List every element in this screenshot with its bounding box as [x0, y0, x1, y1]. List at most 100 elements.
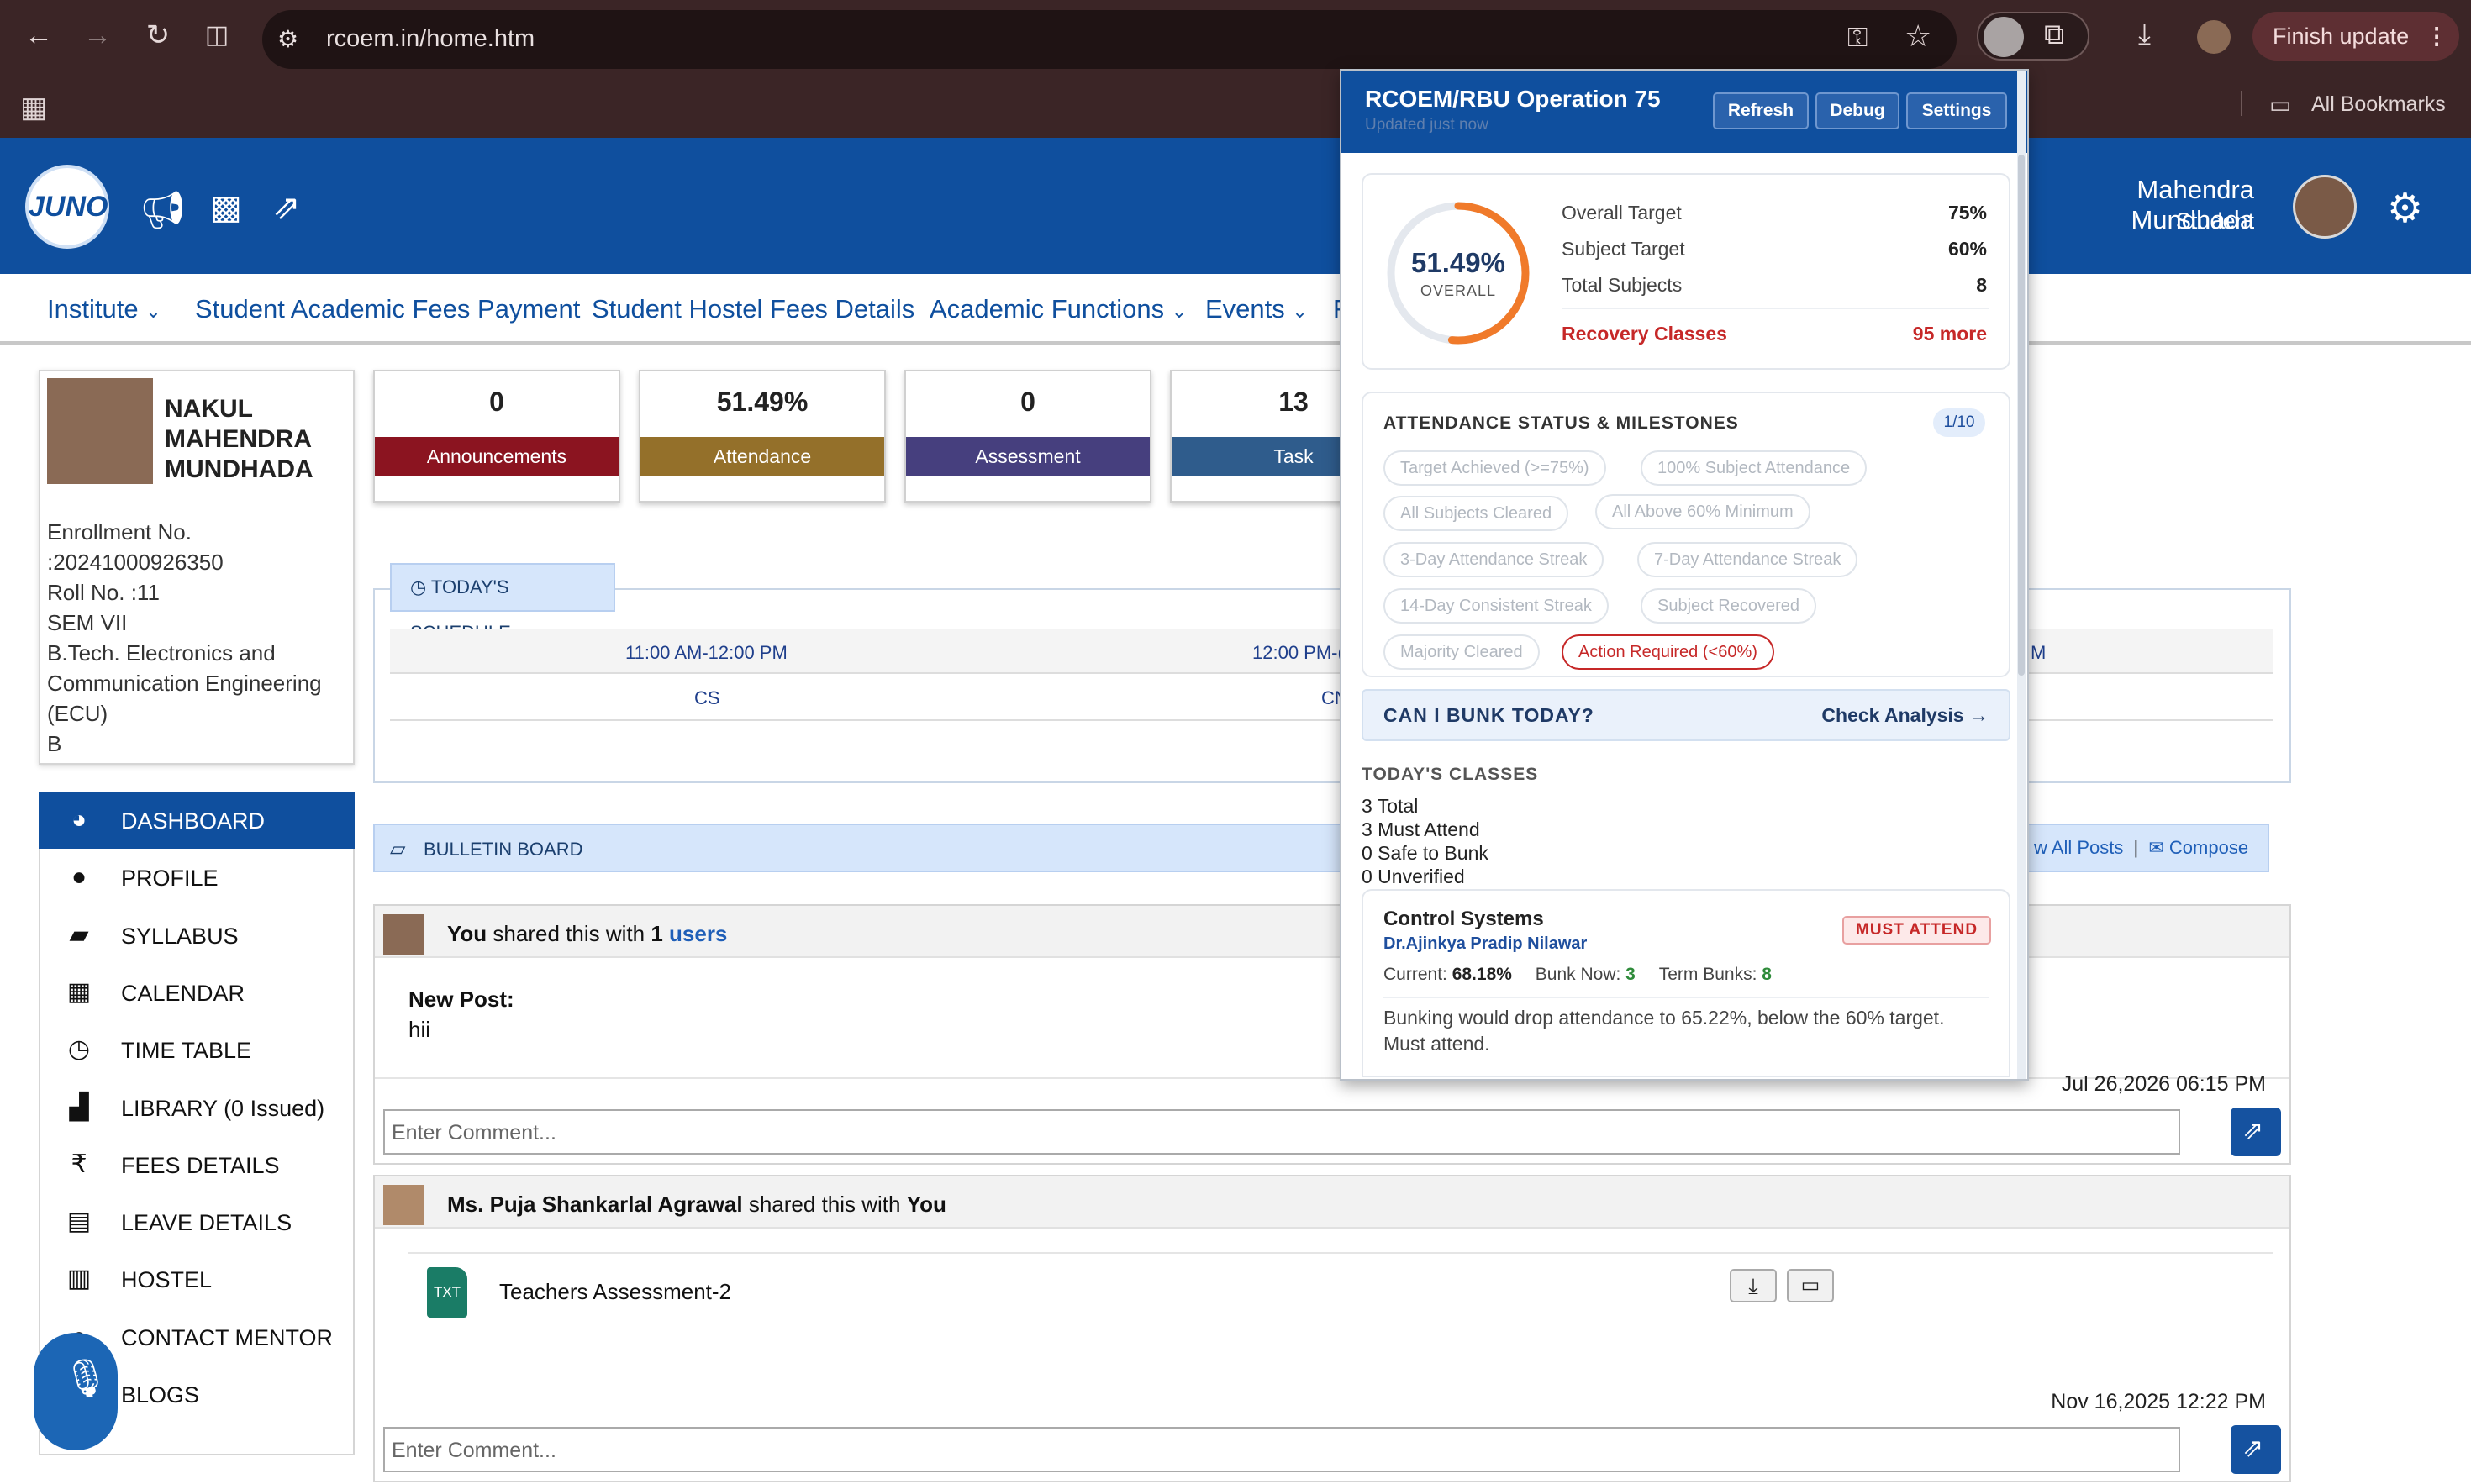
sidebar-item-label: LEAVE DETAILS [121, 1210, 292, 1236]
compose-link[interactable]: Compose [2169, 837, 2248, 858]
stat-card-attendance[interactable]: 51.49% Attendance [639, 370, 886, 503]
sidebar-item-label: HOSTEL [121, 1267, 213, 1293]
post-author-avatar [383, 914, 424, 955]
milestone-chip: All Subjects Cleared [1383, 496, 1569, 531]
target-label: Subject Target [1562, 238, 1685, 260]
profile-line: (ECU) [47, 701, 108, 726]
document-icon: ▤ [66, 1208, 92, 1236]
sidebar-item-library-0-issued[interactable]: ▟ LIBRARY (0 Issued) [39, 1079, 355, 1136]
stat-value: 0 [1020, 387, 1035, 417]
milestone-chip: All Above 60% Minimum [1595, 494, 1810, 529]
debug-button[interactable]: Debug [1815, 92, 1899, 129]
class-divider [1383, 997, 1989, 998]
clock-icon: ◷ [67, 1035, 91, 1064]
recovery-value: 95 more [1912, 323, 1987, 345]
class-name: Control Systems [1383, 908, 1544, 930]
extensions-puzzle-icon[interactable]: ⧉ [2044, 18, 2064, 51]
post-share-target-link[interactable]: users [669, 921, 727, 946]
view-attachment-button[interactable]: ▭ [1787, 1269, 1834, 1302]
forward-icon[interactable]: → [79, 17, 116, 54]
split-view-icon[interactable]: ◫ [198, 17, 235, 54]
class-teacher: Dr.Ajinkya Pradip Nilawar [1383, 934, 1588, 953]
megaphone-icon[interactable]: 📢︎ [140, 188, 187, 232]
stat-value: 0 [489, 387, 504, 417]
juno-logo[interactable]: JUNO [25, 165, 109, 249]
class-stat: 0 Safe to Bunk [1362, 842, 1488, 864]
txt-file-icon: TXT [427, 1267, 467, 1318]
post-shared-text: shared this with [493, 921, 645, 946]
key-icon[interactable]: ⚿ [1847, 22, 1868, 54]
post-body: hii [408, 1017, 431, 1042]
sidebar-item-label: LIBRARY (0 Issued) [121, 1095, 325, 1121]
sidebar-item-label: CALENDAR [121, 980, 245, 1006]
nav-events[interactable]: Events ⌄ [1205, 294, 1308, 324]
stat-value: 51.49% [716, 387, 809, 417]
all-bookmarks-link[interactable]: All Bookmarks [2311, 92, 2446, 117]
target-value: 60% [1947, 238, 1987, 260]
current-label: Current: [1383, 965, 1447, 984]
sidebar-item-time-table[interactable]: ◷ TIME TABLE [39, 1021, 355, 1078]
post-author: Ms. Puja Shankarlal Agrawal [447, 1192, 743, 1217]
send-comment-button[interactable]: ⇗ [2231, 1425, 2281, 1474]
header-avatar[interactable] [2293, 175, 2357, 239]
sidebar-item-profile[interactable]: ● PROFILE [39, 849, 355, 906]
site-settings-icon[interactable]: ⚙ [277, 25, 306, 54]
bookmark-star-icon[interactable]: ☆ [1905, 18, 1931, 54]
view-all-posts-link[interactable]: w All Posts [2034, 837, 2123, 858]
bunk-now-value: 3 [1625, 965, 1636, 984]
attachment-name[interactable]: Teachers Assessment-2 [499, 1279, 731, 1305]
sidebar-item-dashboard[interactable]: ◕ DASHBOARD [39, 792, 355, 849]
apps-grid-icon[interactable]: ▦ [20, 91, 47, 124]
send-comment-button[interactable]: ⇗ [2231, 1108, 2281, 1156]
settings-gears-icon[interactable]: ⚙ [2387, 185, 2423, 232]
refresh-button[interactable]: Refresh [1713, 92, 1809, 129]
qr-code-icon[interactable]: ▩ [210, 188, 242, 227]
popup-scrollbar-thumb[interactable] [2018, 155, 2025, 676]
sidebar-item-hostel[interactable]: ▥ HOSTEL [39, 1250, 355, 1308]
student-name-line: MAHENDRA [165, 425, 312, 453]
sidebar-item-leave-details[interactable]: ▤ LEAVE DETAILS [39, 1193, 355, 1250]
milestone-chip-action-required: Action Required (<60%) [1562, 634, 1774, 670]
post-share-line: Ms. Puja Shankarlal Agrawal shared this … [447, 1192, 946, 1218]
sidebar-item-calendar[interactable]: ▦ CALENDAR [39, 964, 355, 1021]
rupee-icon: ₹ [71, 1150, 87, 1178]
term-bunks-label: Term Bunks: [1658, 965, 1757, 984]
profile-line: B [47, 731, 62, 756]
nav-academic-functions[interactable]: Academic Functions ⌄ [930, 294, 1187, 324]
milestone-chip: 7-Day Attendance Streak [1637, 542, 1858, 577]
settings-button[interactable]: Settings [1906, 92, 2007, 129]
check-analysis-link[interactable]: Check Analysis → [1799, 704, 1989, 727]
nav-institute[interactable]: Institute ⌄ [47, 294, 161, 324]
nav-hostel-fees[interactable]: Student Hostel Fees Details [592, 294, 914, 324]
back-icon[interactable]: ← [20, 17, 57, 54]
milestone-chip: Target Achieved (>=75%) [1383, 450, 1606, 486]
stat-card-announcements[interactable]: 0 Announcements [373, 370, 620, 503]
profile-line: SEM VII [47, 610, 128, 635]
post-shared-text: shared this with [748, 1192, 901, 1217]
nav-academic-fees[interactable]: Student Academic Fees Payment [195, 294, 580, 324]
url-text[interactable]: rcoem.in/home.htm [326, 25, 535, 53]
profile-avatar-icon[interactable] [2197, 20, 2231, 54]
stat-card-assessment[interactable]: 0 Assessment [904, 370, 1151, 503]
schedule-tab[interactable]: ◷ TODAY'S SCHEDULE [390, 563, 615, 643]
bulletin-label: BULLETIN BOARD [424, 839, 583, 860]
stat-label: Announcements [375, 437, 619, 476]
header-user-role: Student [2175, 208, 2254, 234]
chevron-down-icon: ⌄ [1171, 301, 1188, 322]
post-divider [408, 1252, 2273, 1254]
extension-active-icon[interactable] [1984, 17, 2024, 57]
post-share-count: 1 [651, 921, 663, 946]
microphone-button[interactable]: 🎙︎ [34, 1333, 118, 1450]
schedule-time: 12:00 PM-( [1252, 642, 1344, 663]
download-attachment-button[interactable]: ⤓ [1730, 1269, 1777, 1302]
sidebar-item-fees-details[interactable]: ₹ FEES DETAILS [39, 1136, 355, 1193]
milestones-title: ATTENDANCE STATUS & MILESTONES [1383, 413, 1739, 433]
profile-line: B.Tech. Electronics and [47, 640, 276, 666]
reload-icon[interactable]: ↻ [140, 17, 176, 54]
finish-update-button[interactable]: Finish update ⋮ [2252, 12, 2459, 61]
sidebar-item-syllabus[interactable]: ▰ SYLLABUS [39, 907, 355, 964]
external-link-icon[interactable]: ⇗ [272, 188, 301, 227]
download-icon[interactable]: ⤓ [2138, 18, 2151, 51]
comment-input[interactable]: Enter Comment... [383, 1109, 2180, 1155]
comment-input[interactable]: Enter Comment... [383, 1427, 2180, 1472]
